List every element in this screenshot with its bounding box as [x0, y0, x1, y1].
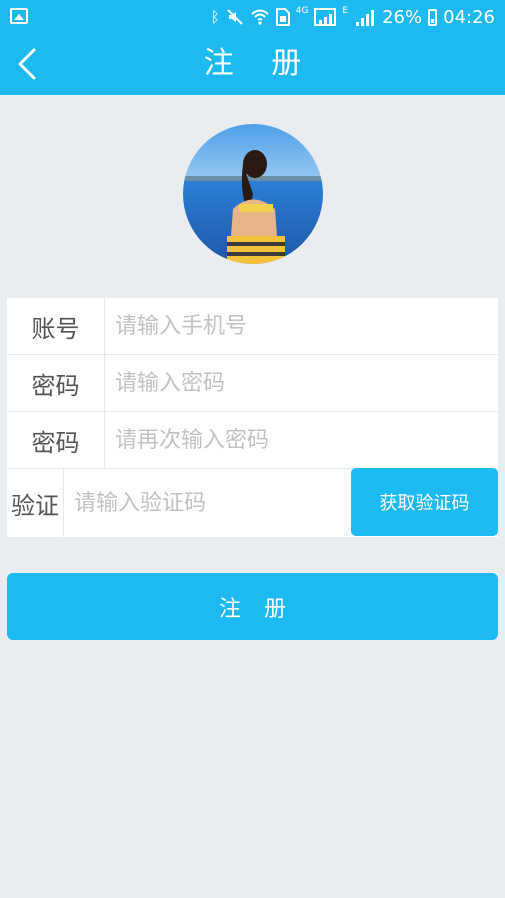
get-code-button[interactable]: 获取验证码: [351, 468, 498, 536]
bluetooth-icon: ᛒ: [210, 8, 220, 26]
form-row-confirm-password: 密码: [7, 412, 498, 469]
form-row-account: 账号: [7, 298, 498, 355]
battery-percent: 26%: [382, 6, 423, 28]
signal-icon: [314, 8, 337, 26]
gallery-icon: [10, 8, 28, 24]
password-input[interactable]: [105, 355, 498, 411]
nav-bar: 注 册: [0, 34, 505, 95]
avatar[interactable]: [183, 124, 323, 264]
form-row-verify: 验证 获取验证码: [7, 468, 498, 537]
network-4g: 4G: [295, 6, 309, 16]
mute-icon: [227, 9, 243, 25]
signal-icon-2: [354, 8, 376, 26]
status-icons: ᛒ 4G E 26% 04:26: [211, 5, 495, 29]
battery-icon: [428, 8, 438, 26]
phone-input[interactable]: [105, 298, 498, 354]
wifi-icon: [251, 9, 269, 25]
register-form: 账号 密码 密码 验证 获取验证码: [7, 298, 498, 537]
network-e: E: [342, 6, 349, 16]
register-button[interactable]: 注 册: [7, 573, 498, 640]
page-title: 注 册: [203, 46, 316, 81]
form-row-password: 密码: [7, 355, 498, 412]
avatar-image: [183, 124, 323, 264]
verify-label: 验证: [7, 469, 64, 537]
confirm-password-input[interactable]: [105, 412, 498, 468]
clock: 04:26: [443, 6, 495, 28]
account-label: 账号: [7, 298, 105, 354]
confirm-password-label: 密码: [7, 412, 105, 468]
password-label: 密码: [7, 355, 105, 411]
status-bar: ᛒ 4G E 26% 04:26: [0, 0, 505, 34]
sim-icon: [275, 8, 290, 26]
